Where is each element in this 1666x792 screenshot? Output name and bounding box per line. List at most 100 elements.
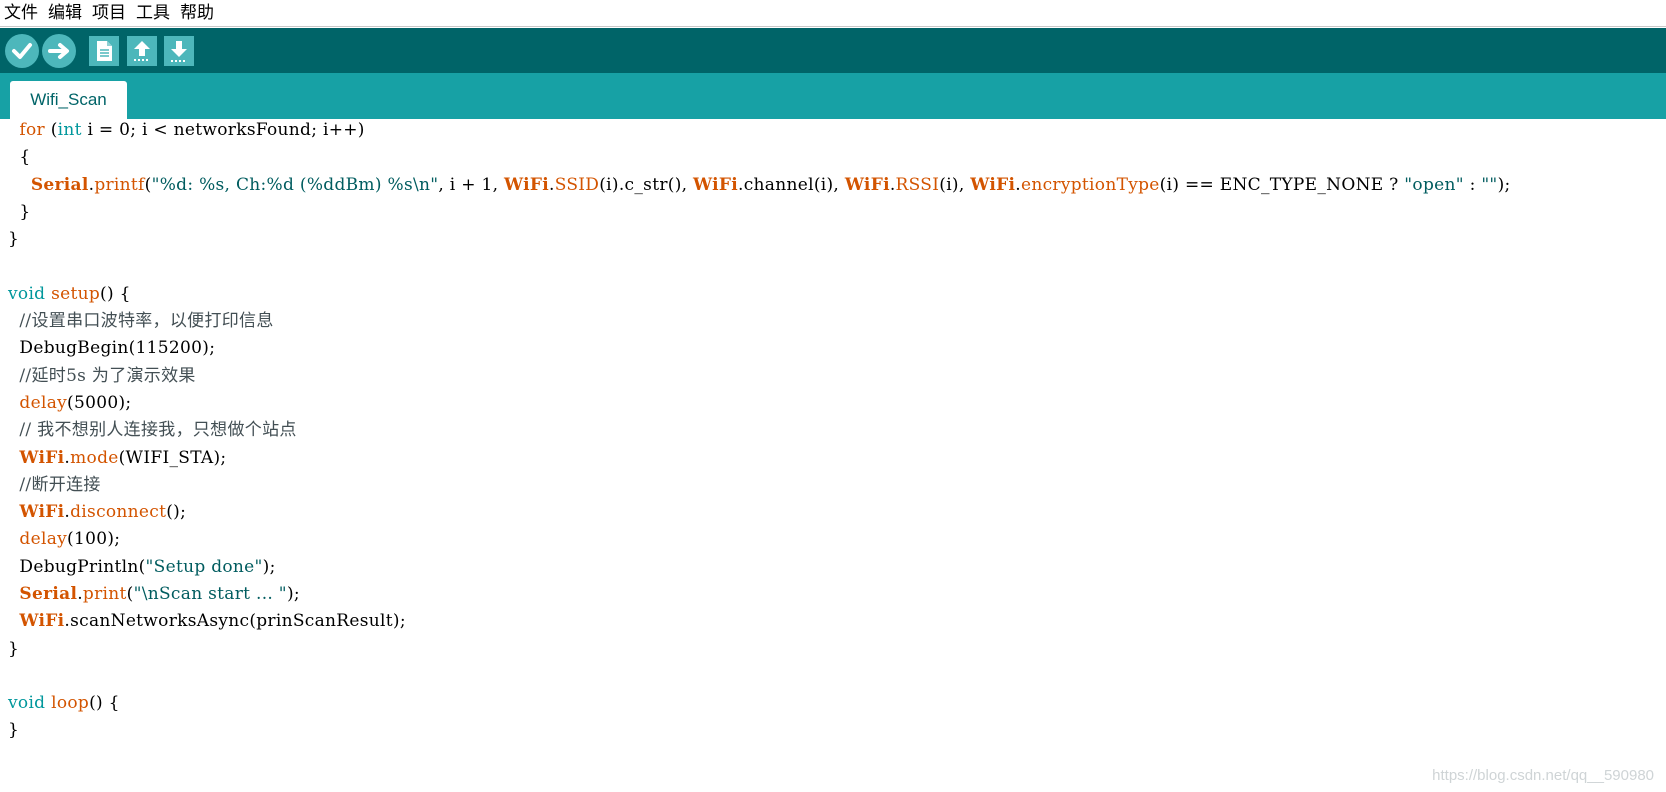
code-text: (100); [67,529,121,549]
code-object: WiFi [19,448,65,468]
code-line: WiFi.scanNetworksAsync(prinScanResult); [8,607,406,636]
code-text: (); [166,502,187,522]
code-line: Serial.print("\nScan start ... "); [8,580,300,609]
code-text: .scanNetworksAsync(prinScanResult); [64,611,406,631]
code-text: (5000); [67,393,132,413]
code-keyword: void [8,284,46,304]
code-text: () { [89,693,120,713]
code-function: setup [51,284,101,304]
code-function: RSSI [895,175,940,195]
new-button[interactable] [89,36,119,66]
code-function: delay [19,529,68,549]
code-line: for (int i = 0; i < networksFound; i++) [8,119,365,145]
code-function: loop [51,693,90,713]
code-function: SSID [554,175,600,195]
arrow-right-icon [48,43,69,59]
check-icon [12,43,32,59]
code-line: delay(5000); [8,389,131,418]
code-text: ); [1497,175,1511,195]
code-comment: //断开连接 [8,475,101,495]
menu-sketch[interactable]: 项目 [87,0,131,26]
code-function: mode [70,448,119,468]
code-function: print [82,584,127,604]
menu-help[interactable]: 帮助 [175,0,219,26]
code-line: DebugPrintln("Setup done"); [8,553,276,582]
code-line: } [8,639,20,659]
open-button[interactable] [127,36,157,66]
code-text: : [1463,175,1482,195]
code-text: ( [126,584,134,604]
code-object: WiFi [19,611,65,631]
code-string: "\nScan start ... " [133,584,287,604]
code-line: DebugBegin(115200); [8,338,216,358]
code-comment: // 我不想别人连接我，只想做个站点 [8,420,297,440]
code-string: "open" [1404,175,1464,195]
toolbar [0,28,1666,73]
code-keyword: void [8,693,46,713]
watermark: https://blog.csdn.net/qq__590980 [1432,767,1654,784]
save-button[interactable] [164,36,194,66]
code-text: (i).c_str(), [599,175,694,195]
code-object: WiFi [19,502,65,522]
document-icon [97,41,112,61]
code-function: disconnect [70,502,167,522]
code-line: } [8,229,20,249]
code-line: } [8,202,31,222]
code-object: WiFi [693,175,739,195]
code-object: WiFi [970,175,1016,195]
code-function: printf [94,175,145,195]
code-object: WiFi [844,175,890,195]
code-comment: //延时5s 为了演示效果 [8,366,196,386]
code-object: Serial [30,175,89,195]
arrow-down-icon [171,41,187,62]
code-text: DebugPrintln( [8,557,146,577]
code-text: (i), [939,175,971,195]
code-editor[interactable]: for (int i = 0; i < networksFound; i++) … [0,119,1666,792]
code-text: ( [144,175,152,195]
code-text: .channel(i), [738,175,845,195]
code-function: delay [19,393,68,413]
code-line: WiFi.disconnect(); [8,498,186,527]
menu-tools[interactable]: 工具 [131,0,175,26]
code-string: "Setup done" [145,557,263,577]
code-line: void loop() { [8,689,120,718]
code-object: WiFi [504,175,549,195]
code-line: WiFi.mode(WIFI_STA); [8,444,226,473]
menu-bar: 文件 编辑 项目 工具 帮助 [0,0,1666,27]
code-string: "" [1481,175,1498,195]
code-comment: //设置串口波特率，以便打印信息 [8,311,274,331]
code-line: { [8,147,31,167]
tab-bar: Wifi_Scan [0,73,1666,119]
code-line: Serial.printf("%d: %s, Ch:%d (%ddBm) %s\… [8,171,1511,200]
code-text: ); [262,557,276,577]
code-object: Serial [19,584,78,604]
code-line: delay(100); [8,525,120,554]
verify-button[interactable] [5,34,39,68]
upload-button[interactable] [42,34,76,68]
code-function: encryptionType [1020,175,1160,195]
code-text: (WIFI_STA); [118,448,227,468]
code-string: "%d: %s, Ch:%d (%ddBm) %s\n" [151,175,439,195]
code-line: } [8,720,20,740]
code-text: (i) == ENC_TYPE_NONE ? [1159,175,1405,195]
code-keyword: int [57,120,82,140]
code-text: , i + 1, [438,175,504,195]
menu-edit[interactable]: 编辑 [43,0,87,26]
menu-file[interactable]: 文件 [0,0,43,26]
arrow-up-icon [134,41,150,61]
code-text: ( [44,120,58,140]
code-text: ); [286,584,300,604]
code-text: i = 0; i < networksFound; i++) [81,120,365,140]
code-keyword: for [19,120,45,140]
tab-wifi-scan[interactable]: Wifi_Scan [10,81,127,119]
code-line: void setup() { [8,280,131,309]
code-text: () { [100,284,131,304]
